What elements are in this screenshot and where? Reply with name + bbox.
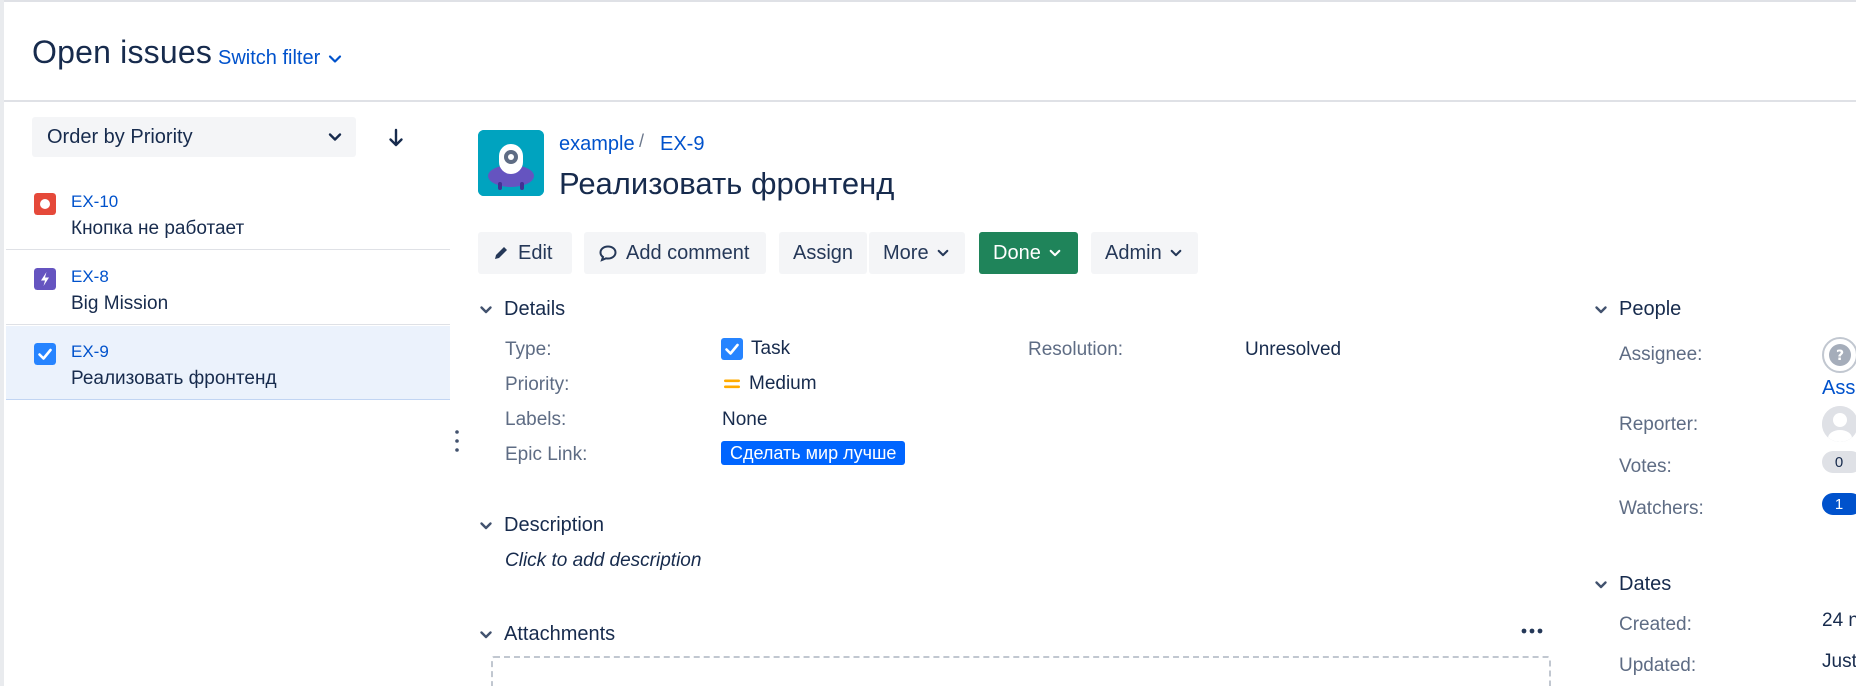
epic-icon bbox=[34, 268, 56, 290]
issue-summary: Кнопка не работает bbox=[71, 218, 245, 239]
chevron-down-icon bbox=[480, 521, 492, 529]
issue-list-item-selected[interactable]: EX-9 Реализовать фронтенд bbox=[6, 326, 450, 400]
description-placeholder[interactable]: Click to add description bbox=[505, 550, 701, 572]
issue-key: EX-10 bbox=[71, 192, 119, 211]
project-avatar-icon bbox=[478, 130, 544, 196]
reporter-label: Reporter: bbox=[1619, 414, 1699, 435]
svg-text:?: ? bbox=[1836, 348, 1844, 364]
admin-label: Admin bbox=[1105, 241, 1162, 264]
sort-direction-icon[interactable] bbox=[384, 126, 408, 150]
assign-label: Assign bbox=[793, 241, 854, 264]
task-icon bbox=[34, 343, 56, 365]
switch-filter-button[interactable]: Switch filter bbox=[218, 47, 342, 70]
breadcrumb-separator: / bbox=[639, 131, 645, 151]
assign-button[interactable]: Assign bbox=[779, 232, 867, 274]
created-value: 24 n bbox=[1822, 610, 1856, 631]
done-label: Done bbox=[993, 241, 1041, 264]
page-title: Open issues bbox=[32, 34, 213, 70]
priority-medium-icon bbox=[724, 379, 740, 389]
admin-button[interactable]: Admin bbox=[1091, 232, 1198, 274]
attachment-drop-zone[interactable] bbox=[491, 656, 1551, 686]
dates-section-toggle[interactable]: Dates bbox=[1593, 573, 1671, 596]
chevron-down-icon bbox=[329, 54, 342, 63]
priority-value: Medium bbox=[723, 373, 817, 395]
more-label: More bbox=[883, 241, 929, 264]
updated-value: Just bbox=[1822, 651, 1856, 672]
edit-label: Edit bbox=[518, 241, 553, 264]
reporter-avatar bbox=[1822, 406, 1856, 442]
top-border bbox=[0, 0, 1856, 2]
switch-filter-label: Switch filter bbox=[218, 47, 321, 69]
labels-value: None bbox=[722, 409, 768, 430]
details-section-toggle[interactable]: Details bbox=[478, 298, 565, 321]
bug-icon bbox=[34, 193, 56, 215]
votes-label: Votes: bbox=[1619, 456, 1672, 477]
chevron-down-icon bbox=[1595, 580, 1607, 588]
order-by-label: Order by Priority bbox=[47, 125, 193, 148]
resolution-value: Unresolved bbox=[1245, 339, 1342, 360]
question-icon: ? bbox=[1829, 344, 1851, 366]
description-section-toggle[interactable]: Description bbox=[478, 514, 604, 537]
watchers-label: Watchers: bbox=[1619, 498, 1704, 519]
attachments-heading: Attachments bbox=[504, 623, 616, 645]
description-heading: Description bbox=[504, 514, 605, 536]
type-value: Task bbox=[721, 338, 790, 360]
more-button[interactable]: More bbox=[869, 232, 965, 274]
votes-count-badge[interactable]: 0 bbox=[1822, 451, 1856, 473]
order-by-select[interactable]: Order by Priority bbox=[32, 117, 356, 157]
updated-label: Updated: bbox=[1619, 655, 1697, 676]
breadcrumb-issue-key-link[interactable]: EX-9 bbox=[660, 133, 704, 156]
assignee-label: Assignee: bbox=[1619, 344, 1703, 365]
issue-key: EX-9 bbox=[71, 342, 109, 361]
dates-heading: Dates bbox=[1619, 573, 1672, 595]
issue-summary: Реализовать фронтенд bbox=[71, 368, 277, 389]
issue-list-item[interactable]: EX-8 Big Mission bbox=[6, 251, 450, 325]
chevron-down-icon bbox=[480, 305, 492, 313]
more-options-icon[interactable] bbox=[1518, 623, 1546, 639]
people-section-toggle[interactable]: People bbox=[1593, 298, 1681, 321]
unassigned-avatar: ? bbox=[1822, 337, 1856, 373]
details-heading: Details bbox=[504, 298, 566, 320]
pencil-icon bbox=[495, 247, 507, 259]
priority-value-text: Medium bbox=[749, 373, 817, 394]
done-status-button[interactable]: Done bbox=[979, 232, 1078, 274]
epic-link-label: Epic Link: bbox=[505, 444, 588, 465]
left-border bbox=[0, 0, 4, 686]
priority-label: Priority: bbox=[505, 374, 570, 395]
add-comment-label: Add comment bbox=[626, 241, 750, 264]
chevron-down-icon bbox=[480, 630, 492, 638]
assign-to-me-link[interactable]: Assi bbox=[1822, 377, 1856, 400]
chevron-down-icon bbox=[1595, 305, 1607, 313]
people-heading: People bbox=[1619, 298, 1682, 320]
project-avatar bbox=[478, 130, 544, 196]
created-label: Created: bbox=[1619, 614, 1692, 635]
issue-title[interactable]: Реализовать фронтенд bbox=[559, 166, 894, 202]
panel-resize-handle-icon[interactable] bbox=[454, 428, 460, 454]
task-icon bbox=[721, 338, 743, 360]
chevron-down-icon bbox=[1049, 249, 1061, 257]
type-label: Type: bbox=[505, 339, 552, 360]
issue-list-item[interactable]: EX-10 Кнопка не работает bbox=[6, 176, 450, 250]
labels-label: Labels: bbox=[505, 409, 567, 430]
user-icon bbox=[1822, 406, 1856, 442]
chevron-down-icon bbox=[937, 249, 948, 257]
comment-icon bbox=[599, 245, 617, 262]
chevron-down-icon bbox=[1170, 249, 1182, 257]
issue-summary: Big Mission bbox=[71, 293, 169, 314]
issue-key: EX-8 bbox=[71, 267, 109, 286]
breadcrumb-project-link[interactable]: example bbox=[559, 133, 635, 156]
type-value-text: Task bbox=[751, 338, 791, 359]
attachments-section-toggle[interactable]: Attachments bbox=[478, 623, 615, 646]
epic-link-lozenge[interactable]: Сделать мир лучше bbox=[721, 441, 906, 465]
add-comment-button[interactable]: Add comment bbox=[584, 232, 766, 274]
header-divider bbox=[4, 100, 1856, 102]
watchers-count-badge[interactable]: 1 bbox=[1822, 493, 1856, 515]
chevron-down-icon bbox=[328, 133, 342, 141]
edit-button[interactable]: Edit bbox=[478, 232, 572, 274]
resolution-label: Resolution: bbox=[1028, 339, 1124, 360]
